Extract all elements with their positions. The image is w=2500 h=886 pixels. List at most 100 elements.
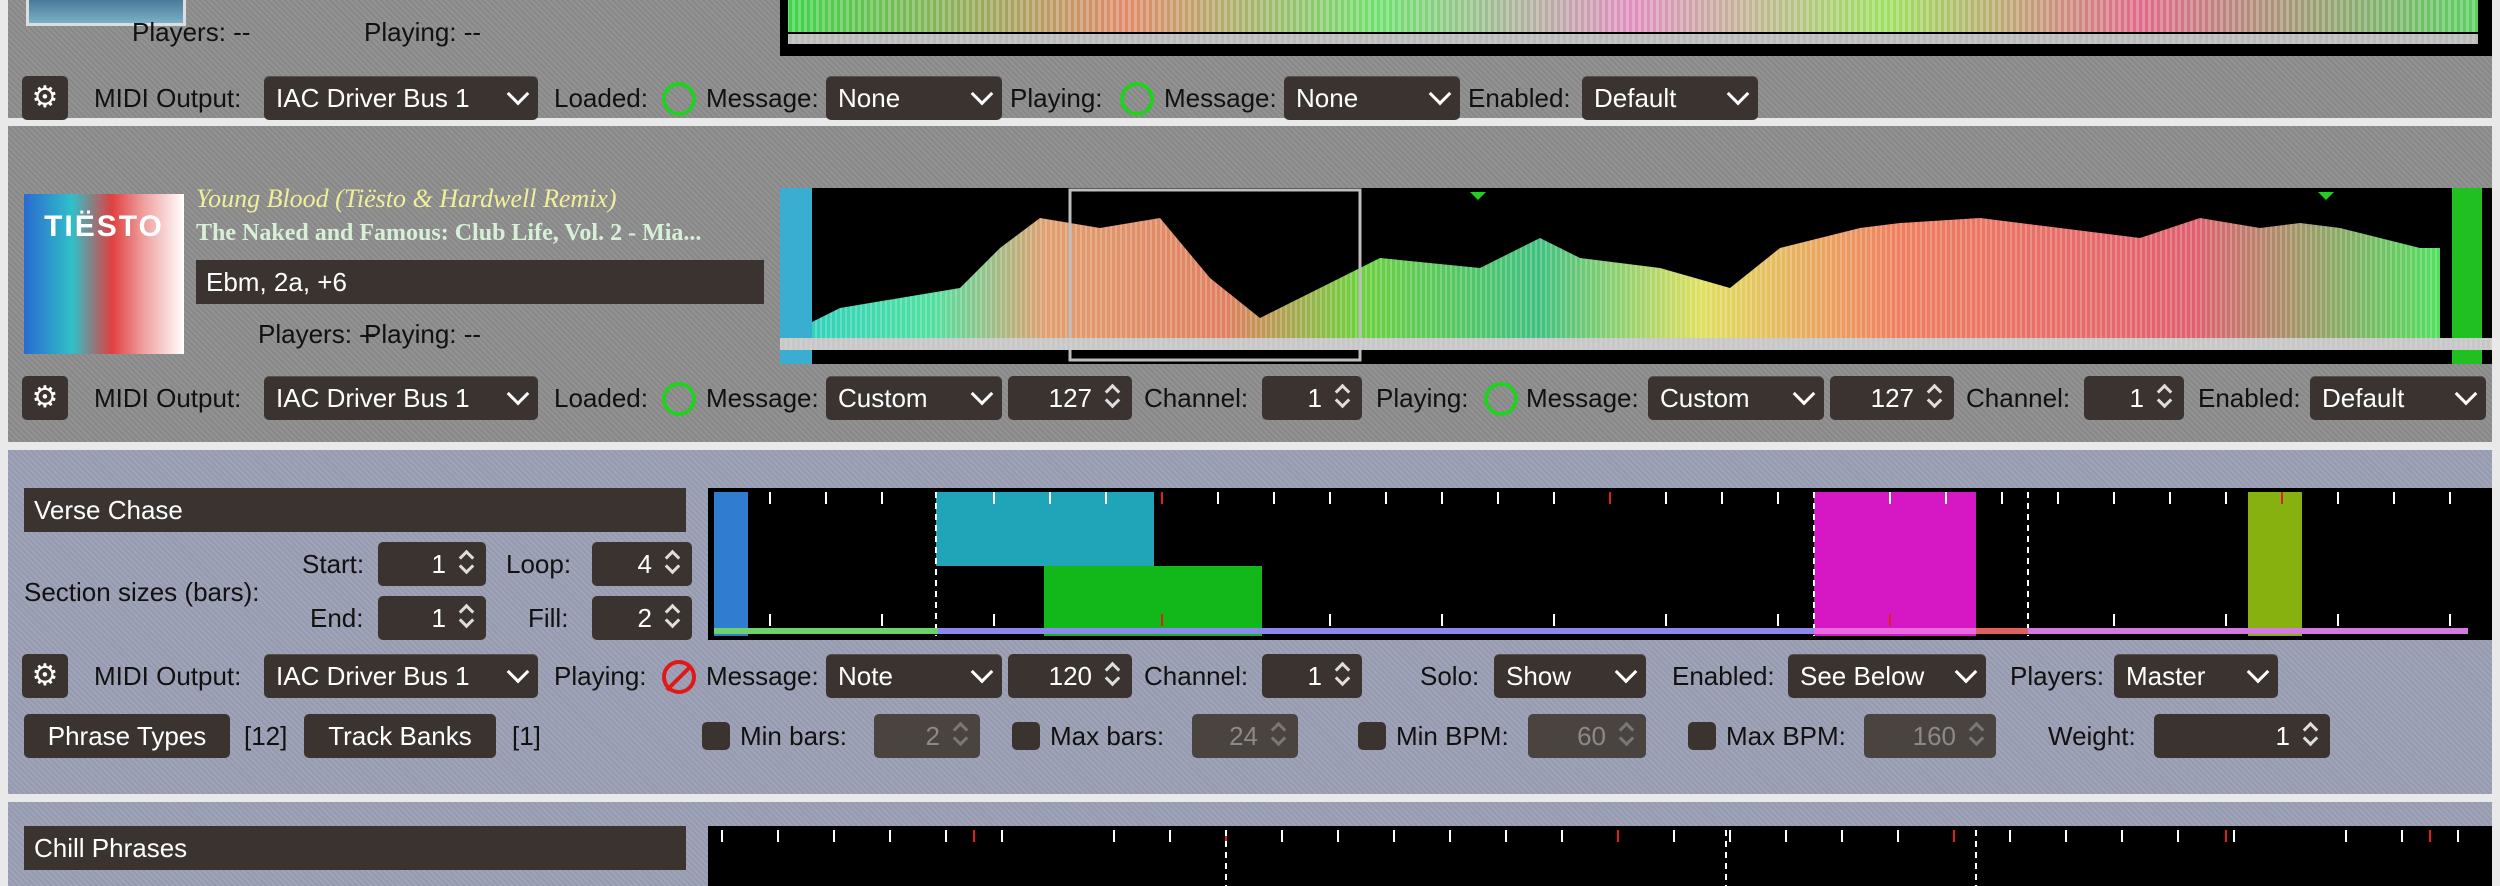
max-bpm-label: Max BPM: — [1726, 721, 1846, 751]
stepper-arrows-icon[interactable] — [1924, 376, 1946, 420]
fill-label: Fill: — [528, 603, 569, 633]
playing-label: Playing: — [1376, 383, 1469, 413]
playing-channel-spinner[interactable]: 1 — [2084, 376, 2184, 420]
track-artist: The Naked and Famous: Club Life, Vol. 2 … — [196, 220, 702, 246]
settings-gear-button[interactable]: ⚙ — [22, 376, 68, 420]
midi-output-select[interactable]: IAC Driver Bus 1 — [264, 654, 538, 698]
chevron-down-icon — [1792, 382, 1816, 406]
enabled-label: Enabled: — [1672, 661, 1775, 691]
stepper-arrows-icon[interactable] — [456, 596, 478, 640]
phrase-panel-chill-phrases: Chill Phrases — [8, 802, 2492, 886]
max-bars-label: Max bars: — [1050, 721, 1165, 751]
track-key: Ebm, 2a, +6 — [196, 260, 764, 304]
min-bars-spinner[interactable]: 2 — [874, 714, 980, 758]
max-bpm-spinner[interactable]: 160 — [1864, 714, 1996, 758]
stepper-arrows-icon[interactable] — [950, 714, 972, 758]
track-panel-2: TIËSTO Young Blood (Tiësto & Hardwell Re… — [8, 126, 2492, 442]
not-playing-indicator-icon — [662, 660, 696, 694]
loaded-indicator-icon — [662, 382, 696, 416]
enabled-select[interactable]: Default — [2310, 376, 2486, 420]
start-label: Start: — [302, 549, 365, 579]
loaded-message-select[interactable]: None — [826, 76, 1002, 120]
max-bars-checkbox[interactable] — [1012, 722, 1040, 750]
enabled-select[interactable]: Default — [1582, 76, 1758, 120]
section-sizes-label: Section sizes (bars): — [24, 577, 260, 607]
track-banks-button[interactable]: Track Banks — [304, 714, 496, 758]
loaded-message-select[interactable]: Custom — [826, 376, 1002, 420]
midi-output-label: MIDI Output: — [94, 83, 242, 113]
chevron-down-icon — [970, 382, 994, 406]
fill-spinner[interactable]: 2 — [592, 596, 692, 640]
stepper-arrows-icon[interactable] — [2154, 376, 2176, 420]
loaded-channel-spinner[interactable]: 1 — [1262, 376, 1362, 420]
phrase-cue-canvas[interactable] — [708, 826, 2492, 886]
chevron-down-icon — [1954, 660, 1978, 684]
stepper-arrows-icon[interactable] — [1332, 376, 1354, 420]
players-status: Players: -- — [132, 17, 251, 47]
loop-label: Loop: — [506, 549, 572, 579]
stepper-arrows-icon[interactable] — [1966, 714, 1988, 758]
album-art-text: TIËSTO — [44, 210, 164, 243]
phrase-cue-graphic — [714, 492, 2468, 636]
min-bpm-spinner[interactable]: 60 — [1528, 714, 1646, 758]
stepper-arrows-icon[interactable] — [662, 542, 684, 586]
phrase-name-field[interactable]: Chill Phrases — [24, 826, 686, 870]
stepper-arrows-icon[interactable] — [1332, 654, 1354, 698]
stepper-arrows-icon[interactable] — [1102, 376, 1124, 420]
max-bpm-checkbox[interactable] — [1688, 722, 1716, 750]
max-bars-spinner[interactable]: 24 — [1192, 714, 1298, 758]
phrase-cue-canvas[interactable] — [708, 488, 2492, 640]
track-banks-count: [1] — [512, 721, 541, 751]
stepper-arrows-icon[interactable] — [662, 596, 684, 640]
min-bpm-checkbox[interactable] — [1358, 722, 1386, 750]
loaded-label: Loaded: — [554, 83, 648, 113]
playing-note-spinner[interactable]: 127 — [1830, 376, 1954, 420]
end-label: End: — [310, 603, 364, 633]
playing-message-select[interactable]: Custom — [1648, 376, 1824, 420]
loaded-indicator-icon — [662, 82, 696, 116]
phrase-panel-verse-chase: Verse Chase Section sizes (bars): Start:… — [8, 450, 2492, 794]
playing-message-label: Message: — [1526, 383, 1639, 413]
solo-select[interactable]: Show — [1494, 654, 1646, 698]
note-spinner[interactable]: 120 — [1008, 654, 1132, 698]
chevron-down-icon — [970, 660, 994, 684]
phrase-name-field[interactable]: Verse Chase — [24, 488, 686, 532]
loop-spinner[interactable]: 4 — [592, 542, 692, 586]
enabled-label: Enabled: — [2198, 383, 2301, 413]
stepper-arrows-icon[interactable] — [1616, 714, 1638, 758]
players-select[interactable]: Master — [2114, 654, 2278, 698]
stepper-arrows-icon[interactable] — [1268, 714, 1290, 758]
stepper-arrows-icon[interactable] — [456, 542, 478, 586]
loaded-note-spinner[interactable]: 127 — [1008, 376, 1132, 420]
weight-spinner[interactable]: 1 — [2154, 714, 2330, 758]
settings-gear-button[interactable]: ⚙ — [22, 654, 68, 698]
midi-output-select[interactable]: IAC Driver Bus 1 — [264, 376, 538, 420]
phrase-types-button[interactable]: Phrase Types — [24, 714, 230, 758]
stepper-arrows-icon[interactable] — [2300, 714, 2322, 758]
waveform-2[interactable] — [780, 188, 2492, 364]
playing-channel-label: Channel: — [1966, 383, 2071, 413]
album-art-2: TIËSTO — [24, 194, 184, 354]
stepper-arrows-icon[interactable] — [1102, 654, 1124, 698]
playing-label: Playing: — [554, 661, 647, 691]
midi-output-select[interactable]: IAC Driver Bus 1 — [264, 76, 538, 120]
chevron-down-icon — [1614, 660, 1638, 684]
channel-spinner[interactable]: 1 — [1262, 654, 1362, 698]
enabled-select[interactable]: See Below — [1788, 654, 1986, 698]
playing-status: Playing: -- — [364, 17, 482, 47]
chevron-down-icon — [2246, 660, 2270, 684]
end-spinner[interactable]: 1 — [378, 596, 486, 640]
playing-message-select[interactable]: None — [1284, 76, 1460, 120]
playing-indicator-icon — [1120, 82, 1154, 116]
chevron-down-icon — [506, 660, 530, 684]
settings-gear-button[interactable]: ⚙ — [22, 76, 68, 120]
message-select[interactable]: Note — [826, 654, 1002, 698]
weight-label: Weight: — [2048, 721, 2136, 751]
chevron-down-icon — [1428, 82, 1452, 106]
waveform-1-graphic — [788, 0, 2478, 44]
waveform-1[interactable] — [780, 0, 2492, 56]
min-bars-checkbox[interactable] — [702, 722, 730, 750]
playing-indicator-icon — [1484, 382, 1518, 416]
playing-message-label: Message: — [1164, 83, 1277, 113]
start-spinner[interactable]: 1 — [378, 542, 486, 586]
